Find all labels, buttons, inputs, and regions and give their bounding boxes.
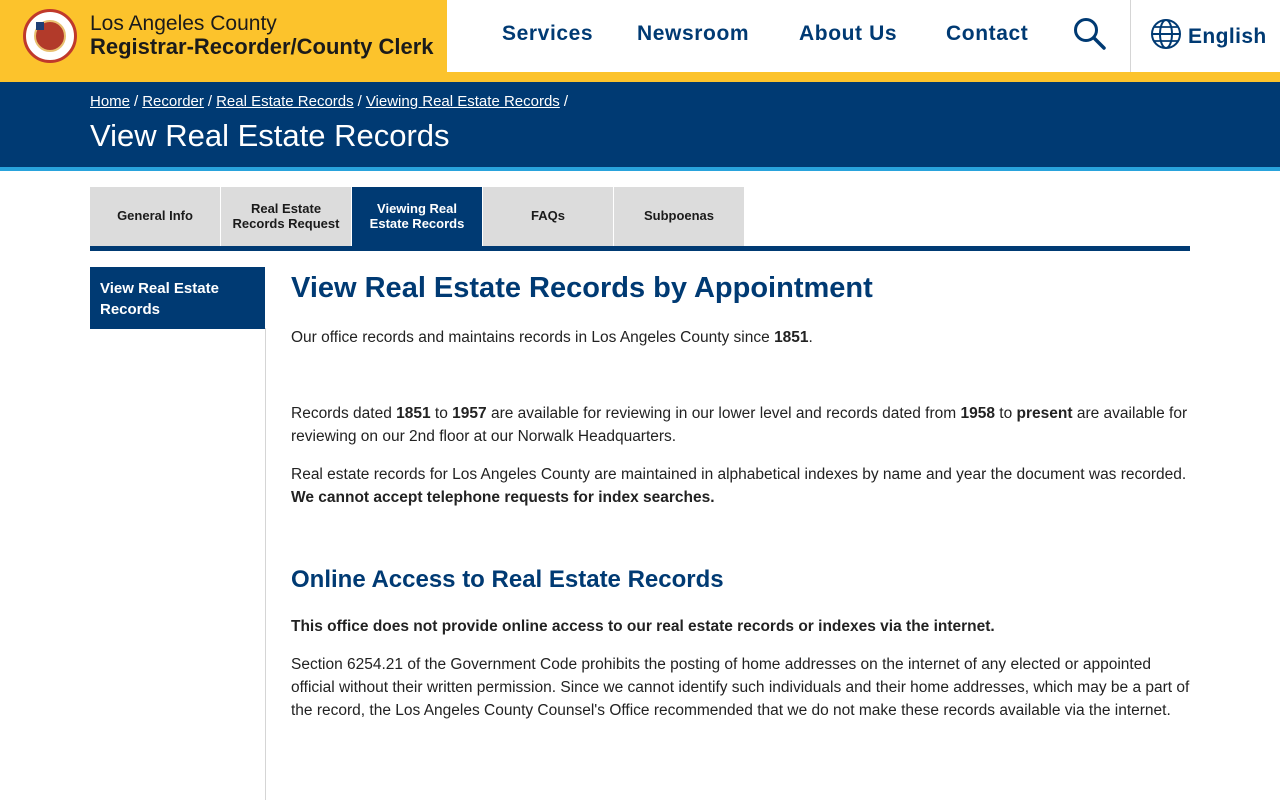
- tab-viewing-real-estate-records[interactable]: Viewing Real Estate Records: [352, 187, 482, 246]
- text: are available for reviewing in our lower…: [486, 405, 961, 422]
- tab-real-estate-records-request[interactable]: Real Estate Records Request: [221, 187, 351, 246]
- brand-block[interactable]: Los Angeles County Registrar-Recorder/Co…: [0, 0, 447, 72]
- breadcrumb-separator: /: [134, 93, 139, 110]
- sidebar-divider: [265, 328, 266, 800]
- tabs-underline: [90, 246, 1190, 251]
- paragraph-intro: Our office records and maintains records…: [291, 326, 1191, 349]
- bold-text: 1851: [774, 329, 809, 346]
- text: .: [808, 329, 813, 346]
- nav-newsroom[interactable]: Newsroom: [637, 22, 749, 46]
- online-access-heading: Online Access to Real Estate Records: [291, 566, 724, 593]
- bold-text: 1957: [452, 405, 487, 422]
- breadcrumb-recorder[interactable]: Recorder: [142, 93, 204, 110]
- main-content: View Real Estate Records by Appointment …: [291, 267, 1191, 722]
- breadcrumb-home[interactable]: Home: [90, 93, 130, 110]
- breadcrumb-separator: /: [207, 93, 213, 110]
- bold-text: We cannot accept telephone requests for …: [291, 489, 715, 506]
- globe-icon: [1150, 18, 1182, 55]
- nav-contact[interactable]: Contact: [946, 22, 1028, 46]
- content-heading: View Real Estate Records by Appointment: [291, 272, 873, 304]
- breadcrumb-separator: /: [563, 93, 568, 110]
- title-accent-band: [0, 167, 1280, 171]
- bold-text: 1851: [396, 405, 431, 422]
- sidebar: View Real Estate Records: [90, 267, 265, 329]
- breadcrumb-real-estate-records[interactable]: Real Estate Records: [216, 93, 354, 110]
- sidebar-item-view-real-estate-records[interactable]: View Real Estate Records: [90, 267, 265, 329]
- section-tabs: General Info Real Estate Records Request…: [90, 187, 745, 246]
- header-accent-band: [0, 72, 1280, 82]
- paragraph-government-code: Section 6254.21 of the Government Code p…: [291, 656, 1190, 719]
- tab-subpoenas[interactable]: Subpoenas: [614, 187, 744, 246]
- bold-text: present: [1016, 405, 1073, 422]
- text: Our office records and maintains records…: [291, 329, 775, 346]
- header-divider: [1130, 0, 1131, 72]
- brand-line1: Los Angeles County: [90, 11, 277, 35]
- breadcrumb-viewing-real-estate-records[interactable]: Viewing Real Estate Records: [366, 93, 560, 110]
- text: to: [994, 405, 1017, 422]
- text: Records dated: [291, 405, 397, 422]
- paragraph-indexes: Real estate records for Los Angeles Coun…: [291, 463, 1191, 509]
- nav-about-us[interactable]: About Us: [799, 22, 897, 46]
- tab-faqs[interactable]: FAQs: [483, 187, 613, 246]
- breadcrumb: Home / Recorder / Real Estate Records / Viewin…: [90, 93, 572, 110]
- site-header: Los Angeles County Registrar-Recorder/Co…: [0, 0, 1280, 72]
- paragraph-records-dated: Records dated 1851 to 1957 are available…: [291, 402, 1191, 448]
- tab-general-info[interactable]: General Info: [90, 187, 220, 246]
- language-selector[interactable]: English: [1150, 18, 1267, 55]
- text: to: [430, 405, 453, 422]
- language-label: English: [1188, 24, 1267, 48]
- title-bar: Home / Recorder / Real Estate Records / Viewin…: [0, 82, 1280, 167]
- text: Real estate records for Los Angeles Coun…: [291, 466, 1187, 483]
- brand-line2: Registrar-Recorder/County Clerk: [90, 34, 434, 60]
- page-title: View Real Estate Records: [90, 118, 450, 153]
- brand-text: Los Angeles County Registrar-Recorder/Co…: [90, 11, 434, 60]
- county-seal-logo: [23, 9, 77, 63]
- search-icon[interactable]: [1072, 16, 1108, 52]
- nav-services[interactable]: Services: [502, 22, 593, 46]
- breadcrumb-separator: /: [357, 93, 362, 110]
- paragraph-no-online-access: This office does not provide online acce…: [291, 618, 995, 635]
- bold-text: 1958: [960, 405, 995, 422]
